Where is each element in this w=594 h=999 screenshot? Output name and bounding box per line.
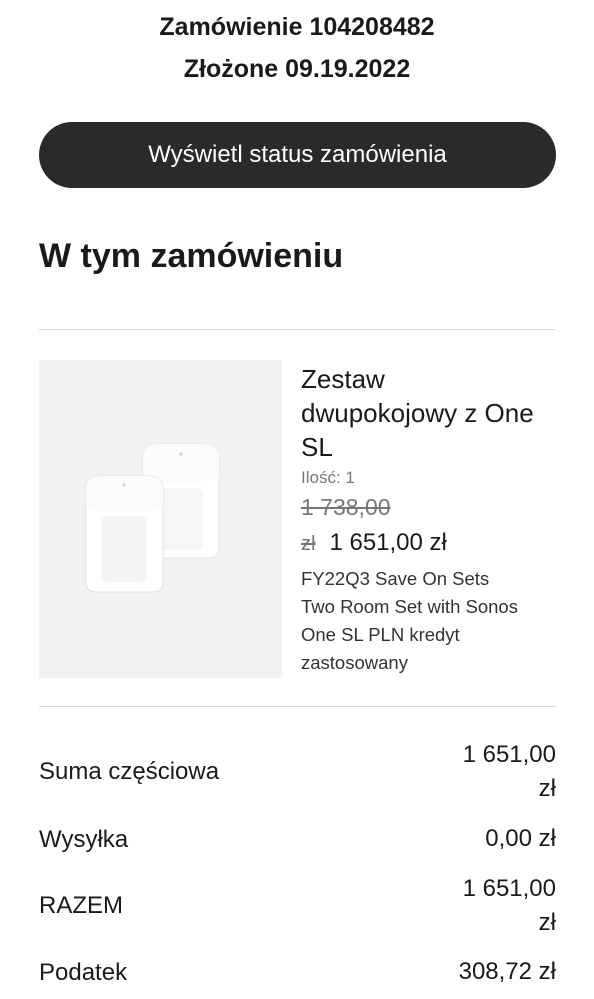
view-order-status-button[interactable]: Wyświetl status zamówienia: [39, 122, 556, 188]
price-row: zł 1 651,00 zł: [301, 529, 571, 557]
subtotal-label: Suma częściowa: [39, 758, 220, 785]
order-date: Złożone 09.19.2022: [183, 55, 411, 83]
divider: [39, 706, 556, 707]
promo-line: zastosowany: [301, 652, 408, 673]
promo-line: Two Room Set with Sonos: [301, 596, 518, 617]
total-value: 1 651,00 zł: [463, 872, 556, 940]
product-name-line: dwupokojowy z One: [301, 398, 534, 428]
product-name-line: SL: [301, 432, 333, 462]
promo-line: FY22Q3 Save On Sets: [301, 568, 490, 589]
promo-text: FY22Q3 Save On Sets Two Room Set with So…: [301, 565, 571, 677]
tax-label: Podatek: [39, 959, 128, 986]
shipping-value: 0,00 zł: [485, 825, 556, 852]
subtotal-value: 1 651,00 zł: [463, 738, 556, 806]
speaker-front: [85, 475, 164, 593]
product-info: Zestaw dwupokojowy z One SL Ilość: 1 1 7…: [301, 362, 571, 677]
section-title: W tym zamówieniu: [39, 237, 344, 275]
currency-strikethrough: zł: [301, 533, 316, 555]
divider: [39, 329, 556, 330]
total-value-line: 1 651,00: [462, 875, 556, 902]
subtotal-value-line: 1 651,00: [462, 741, 556, 768]
product-image: [39, 360, 282, 678]
speakers-illustration: [85, 443, 220, 593]
total-label: RAZEM: [39, 892, 123, 919]
total-value-line: zł: [538, 909, 556, 936]
current-price: 1 651,00 zł: [329, 529, 447, 556]
tax-value: 308,72 zł: [458, 958, 556, 985]
product-name[interactable]: Zestaw dwupokojowy z One SL: [301, 362, 571, 464]
original-price: 1 738,00: [301, 494, 391, 520]
shipping-label: Wysyłka: [39, 826, 129, 853]
product-name-line: Zestaw: [301, 364, 385, 394]
promo-line: One SL PLN kredyt: [301, 624, 460, 645]
subtotal-value-line: zł: [538, 775, 556, 802]
order-number: Zamówienie 104208482: [159, 13, 435, 41]
quantity-label: Ilość: 1: [301, 468, 355, 487]
order-header: Zamówienie 104208482 Złożone 09.19.2022: [0, 6, 594, 90]
